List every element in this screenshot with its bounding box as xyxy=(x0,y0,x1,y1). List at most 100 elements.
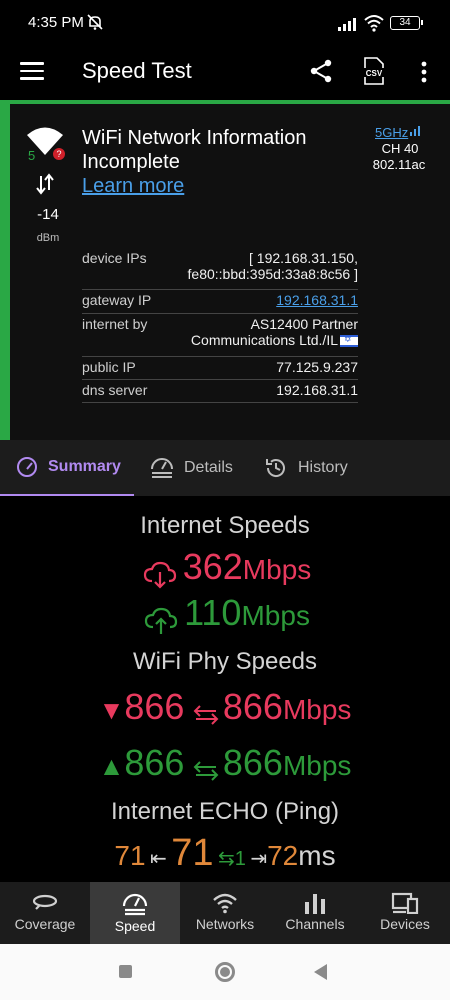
tab-history[interactable]: History xyxy=(260,440,390,496)
svg-text:CSV: CSV xyxy=(366,69,383,78)
upload-value: 110 xyxy=(184,592,242,633)
band-link[interactable]: 5GHz xyxy=(375,125,408,140)
battery-icon: 34 xyxy=(390,16,423,30)
phy-down-value-a: 866 xyxy=(124,686,185,727)
network-info-table: device IPs [ 192.168.31.150, fe80::bbd:3… xyxy=(82,248,358,403)
info-label: gateway IP xyxy=(82,292,152,308)
nav-channels[interactable]: Channels xyxy=(270,882,360,944)
nav-label: Coverage xyxy=(14,916,76,932)
ping-values: 71 ⇤ 71 ⇆1 ⇥72ms xyxy=(0,832,450,875)
info-row-internet-by: internet by AS12400 Partner Communicatio… xyxy=(82,314,358,357)
info-value: AS12400 Partner Communications Ltd./IL xyxy=(191,316,358,348)
csv-export-icon[interactable]: CSV xyxy=(362,57,386,85)
phy-upload-speed: ▲866 866Mbps xyxy=(0,742,450,784)
status-time: 4:35 PM xyxy=(28,14,84,31)
menu-icon[interactable] xyxy=(20,62,44,82)
cloud-upload-icon xyxy=(144,607,178,634)
nav-label: Channels xyxy=(285,916,345,932)
rssi-unit: dBm xyxy=(36,232,60,244)
ping-max: 72 xyxy=(267,840,299,871)
phy-down-unit: Mbps xyxy=(282,694,352,725)
link-swap-icon xyxy=(193,761,219,781)
recent-apps-icon[interactable] xyxy=(119,965,132,978)
arrow-left-icon: ⇤ xyxy=(150,848,167,870)
phy-up-value-a: 866 xyxy=(124,742,185,783)
wifi-status-icon xyxy=(364,15,384,32)
channel: CH 40 xyxy=(381,141,419,156)
isp-line-2: Communications Ltd./IL xyxy=(190,332,338,348)
speed-details-icon xyxy=(151,458,173,478)
isp-line-1: AS12400 Partner xyxy=(250,316,358,332)
device-ip-2: fe80::bbd:395d:33a8:8c56 ] xyxy=(187,266,358,282)
tab-label: Details xyxy=(184,459,233,476)
up-down-arrows-icon xyxy=(36,173,54,195)
ping-min: 71 xyxy=(114,840,146,871)
phy-up-value-b: 866 xyxy=(222,742,283,783)
nav-devices[interactable]: Devices xyxy=(360,882,450,944)
app-bar: Speed Test CSV xyxy=(0,48,450,100)
share-icon[interactable] xyxy=(308,58,334,84)
system-navigation-bar xyxy=(0,944,450,1000)
download-value: 362 xyxy=(182,546,243,587)
rssi-value: -14 xyxy=(37,206,59,223)
gateway-link[interactable]: 192.168.31.1 xyxy=(276,292,358,308)
link-swap-icon xyxy=(193,705,219,725)
phy-down-value-b: 866 xyxy=(222,686,283,727)
history-icon xyxy=(266,459,285,477)
tab-details[interactable]: Details xyxy=(140,440,260,496)
info-row-dns: dns server 192.168.31.1 xyxy=(82,380,358,403)
up-triangle-icon: ▲ xyxy=(98,751,125,781)
warning-badge-icon: ? xyxy=(53,148,65,160)
info-label: dns server xyxy=(82,382,148,398)
summary-panel: Internet Speeds 362Mbps 110Mbps WiFi Phy… xyxy=(0,496,450,882)
phy-download-speed: ▼866 866Mbps xyxy=(0,686,450,728)
info-label: public IP xyxy=(82,359,136,375)
ping-unit: ms xyxy=(298,840,336,871)
nav-label: Speed xyxy=(114,918,156,934)
nav-label: Devices xyxy=(380,916,430,932)
internet-speeds-title: Internet Speeds xyxy=(140,512,310,539)
ping-title: Internet ECHO (Ping) xyxy=(110,798,340,825)
phy-speeds-title: WiFi Phy Speeds xyxy=(132,648,318,675)
nav-speed[interactable]: Speed xyxy=(90,882,180,944)
download-unit: Mbps xyxy=(242,554,312,585)
upload-unit: Mbps xyxy=(241,600,310,631)
israel-flag-icon xyxy=(340,334,358,348)
wifi-info-panel: 5 ? -14 dBm WiFi Network Information Inc… xyxy=(0,104,450,440)
info-label: internet by xyxy=(82,316,148,332)
tab-summary[interactable]: Summary xyxy=(0,440,134,496)
back-icon[interactable] xyxy=(314,964,327,980)
gauge-icon xyxy=(17,457,37,477)
speedometer-icon xyxy=(122,893,148,916)
info-value: 77.125.9.237 xyxy=(276,359,358,375)
signal-level: 5 xyxy=(28,148,36,163)
mute-icon xyxy=(87,14,103,30)
cell-signal-icon xyxy=(338,18,356,31)
coverage-icon xyxy=(32,894,58,912)
upload-speed: 110Mbps xyxy=(0,592,450,635)
jitter-icon: ⇆ xyxy=(217,848,235,870)
nav-coverage[interactable]: Coverage xyxy=(0,882,90,944)
status-bar: 4:35 PM 34 xyxy=(0,0,450,48)
cloud-download-icon xyxy=(143,561,176,589)
more-options-icon[interactable] xyxy=(416,59,432,85)
tab-label: History xyxy=(298,459,348,476)
nav-networks[interactable]: Networks xyxy=(180,882,270,944)
info-value: [ 192.168.31.150, fe80::bbd:395d:33a8:8c… xyxy=(188,250,358,282)
nav-label: Networks xyxy=(195,916,255,932)
info-row-public-ip: public IP 77.125.9.237 xyxy=(82,357,358,380)
wifi-icon xyxy=(213,893,237,914)
page-title: Speed Test xyxy=(82,58,192,83)
tab-label: Summary xyxy=(48,458,121,475)
bar-chart-icon xyxy=(305,894,325,914)
download-speed: 362Mbps xyxy=(0,546,450,589)
info-value: 192.168.31.1 xyxy=(276,382,358,398)
learn-more-link[interactable]: Learn more xyxy=(82,175,184,198)
down-triangle-icon: ▼ xyxy=(98,695,125,725)
arrow-right-icon: ⇥ xyxy=(250,848,268,870)
info-row-gateway: gateway IP 192.168.31.1 xyxy=(82,290,358,314)
band-signal-icon xyxy=(410,126,420,136)
home-icon[interactable] xyxy=(215,962,235,982)
wifi-standard: 802.11ac xyxy=(372,157,426,172)
signal-quality-bar xyxy=(0,104,10,440)
